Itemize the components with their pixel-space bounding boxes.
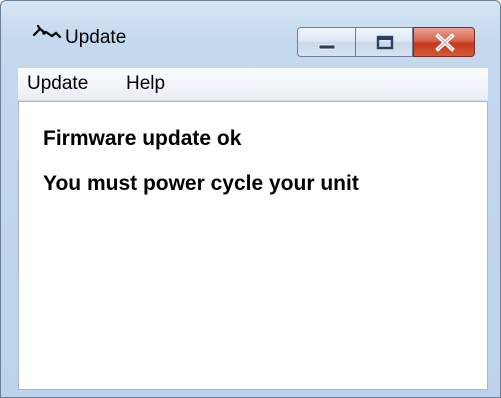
menu-update[interactable]: Update bbox=[27, 73, 88, 95]
instruction-message: You must power cycle your unit bbox=[43, 172, 359, 195]
close-button[interactable] bbox=[413, 27, 475, 57]
message-area: Firmware update ok You must power cycle … bbox=[18, 101, 488, 390]
menu-bar: Update Help bbox=[18, 68, 488, 101]
menu-help[interactable]: Help bbox=[126, 73, 165, 95]
minimize-button[interactable] bbox=[297, 27, 356, 57]
update-window: Update Update Help Firmware update ok Yo… bbox=[0, 0, 501, 398]
maximize-button[interactable] bbox=[355, 27, 413, 57]
status-message: Firmware update ok bbox=[43, 127, 242, 150]
window-title: Update bbox=[65, 27, 127, 48]
network-plug-icon[interactable] bbox=[32, 23, 62, 43]
maximize-icon bbox=[376, 35, 394, 50]
minimize-icon bbox=[318, 44, 336, 50]
title-bar[interactable]: Update bbox=[1, 1, 500, 59]
close-icon bbox=[435, 33, 455, 52]
